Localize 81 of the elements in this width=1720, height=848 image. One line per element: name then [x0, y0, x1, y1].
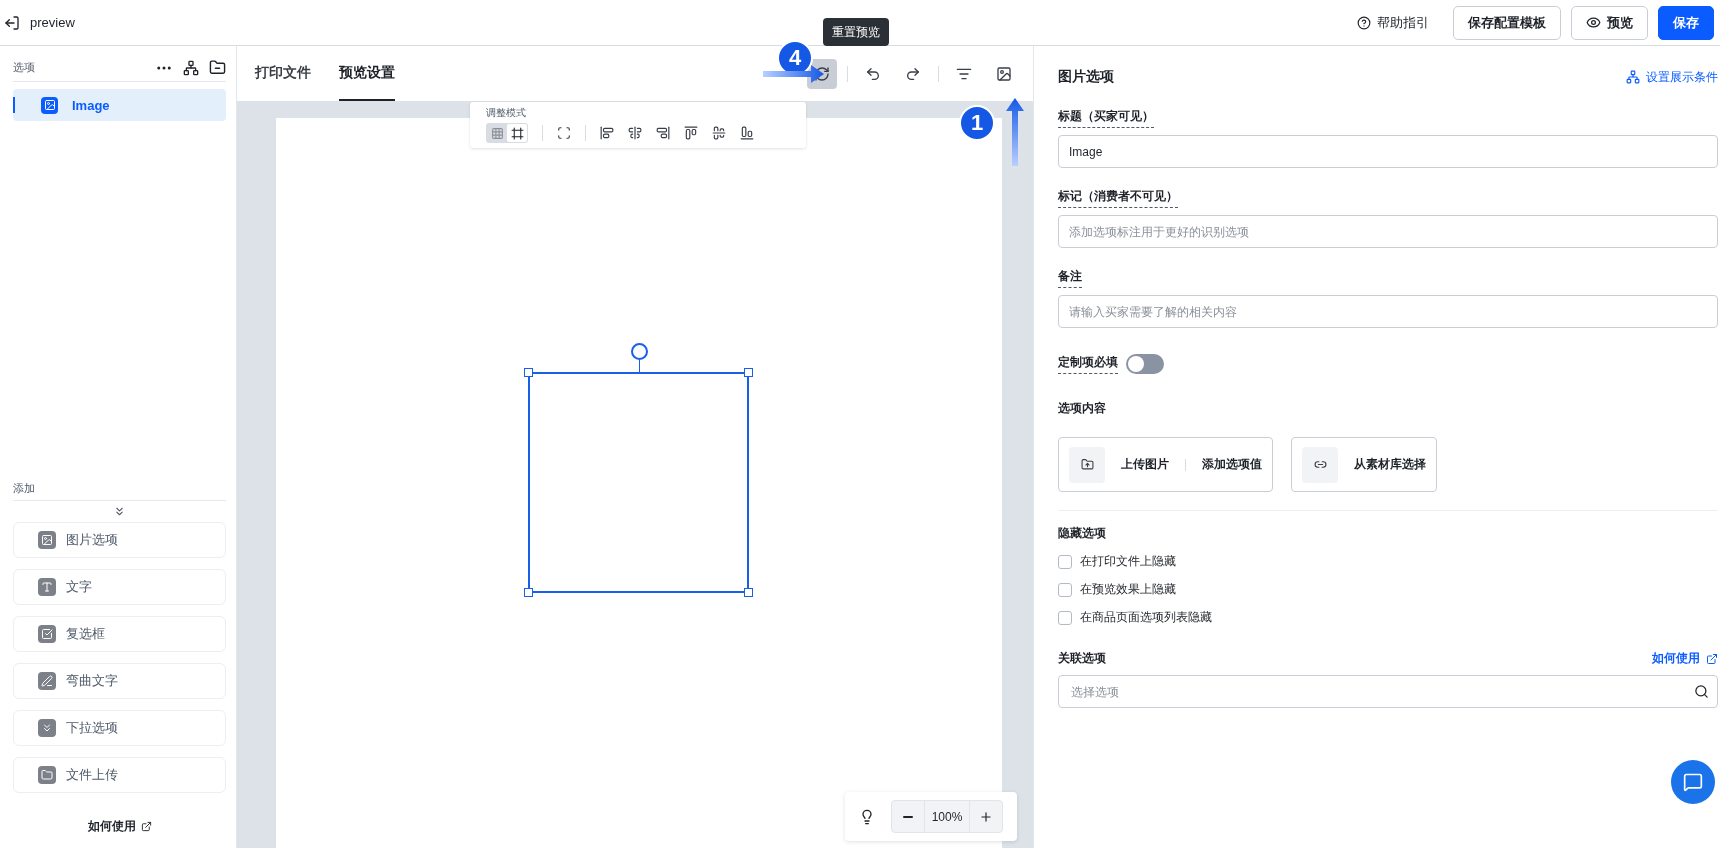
mode-button[interactable]: [507, 124, 527, 142]
search-icon: [1694, 684, 1709, 699]
help-link[interactable]: 如何使用: [1652, 650, 1718, 667]
input-field[interactable]: 请输入买家需要了解的相关内容: [1058, 295, 1718, 328]
hierarchy-icon[interactable]: [183, 59, 199, 76]
pointer-arrow: [1005, 98, 1025, 166]
save-button[interactable]: 保存: [1658, 5, 1714, 40]
help-icon: [1357, 15, 1371, 30]
field-label: 标题（买家可见）: [1058, 108, 1154, 128]
eye-icon: [1586, 15, 1601, 30]
image-icon: [996, 65, 1012, 82]
section-label: 选项: [13, 60, 36, 75]
minus-icon: [903, 815, 913, 818]
checkbox[interactable]: [1058, 554, 1072, 569]
upload-icon: [1069, 446, 1105, 483]
checkbox-icon: [38, 625, 56, 643]
field-label: 备注: [1058, 268, 1082, 288]
collapse-icon[interactable]: [113, 505, 126, 518]
field-label: 标记（消费者不可见）: [1058, 188, 1178, 208]
image-icon: [38, 531, 56, 549]
align-top-button[interactable]: [684, 126, 698, 140]
align-center-button[interactable]: [628, 126, 642, 140]
undo-icon: [865, 65, 881, 82]
chat-icon: [1683, 772, 1703, 792]
checkbox[interactable]: [1058, 582, 1072, 597]
frame-icon: [510, 126, 524, 140]
upload-card[interactable]: 上传图片 添加选项值: [1058, 437, 1273, 492]
section-label: 关联选项: [1058, 650, 1106, 667]
add-item[interactable]: 复选框: [13, 616, 226, 652]
help-link[interactable]: 帮助指引: [1357, 13, 1429, 32]
file-icon: [38, 766, 56, 784]
checkbox-label: 在商品页面选项列表隐藏: [1080, 609, 1212, 626]
chat-button[interactable]: [1671, 760, 1715, 804]
align-bottom-button[interactable]: [740, 126, 754, 140]
section-label: 添加: [13, 481, 36, 496]
checkbox[interactable]: [1058, 610, 1072, 625]
section-label: 选项内容: [1058, 400, 1107, 417]
select-field[interactable]: 选择选项: [1058, 675, 1718, 708]
page-title: preview: [30, 15, 76, 30]
curve-icon: [38, 672, 56, 690]
checkbox-label: 在打印文件上隐藏: [1080, 553, 1176, 570]
add-item[interactable]: 文件上传: [13, 757, 226, 793]
help-link[interactable]: 如何使用: [87, 804, 152, 848]
panel-title: 图片选项: [1058, 68, 1114, 86]
input-field[interactable]: 添加选项标注用于更好的识别选项: [1058, 215, 1718, 248]
template-button[interactable]: 保存配置模板: [1453, 5, 1561, 40]
display-condition-link[interactable]: 设置展示条件: [1626, 68, 1718, 86]
field-label: 定制项必填: [1058, 354, 1118, 374]
plus-icon: [979, 809, 993, 824]
align-middle-button[interactable]: [712, 126, 726, 140]
section-label: 隐藏选项: [1058, 525, 1107, 542]
image-icon: [41, 96, 58, 114]
external-link-icon: [140, 820, 152, 832]
pointer-arrow: [763, 64, 825, 84]
toolbar-label: 调整模式: [486, 106, 527, 120]
link-icon: [1302, 446, 1338, 483]
text-icon: [38, 578, 56, 596]
add-item[interactable]: 图片选项: [13, 522, 226, 558]
lightbulb-icon[interactable]: [859, 808, 875, 825]
tooltip: 重置预览: [823, 18, 889, 46]
hierarchy-icon: [1626, 70, 1640, 84]
fit-button[interactable]: [557, 126, 571, 140]
add-item[interactable]: 文字: [13, 569, 226, 605]
align-left-button[interactable]: [600, 126, 614, 140]
add-item[interactable]: 弯曲文字: [13, 663, 226, 699]
input-field[interactable]: Image: [1058, 135, 1718, 168]
checkbox-label: 在预览效果上隐藏: [1080, 581, 1176, 598]
preview-button[interactable]: 预览: [1571, 5, 1648, 40]
redo-icon: [905, 65, 921, 82]
add-item[interactable]: 下拉选项: [13, 710, 226, 746]
option-item[interactable]: Image: [13, 89, 226, 121]
folder-icon[interactable]: [209, 59, 226, 76]
required-switch[interactable]: [1126, 354, 1164, 374]
zoom-value: 100%: [924, 801, 970, 832]
library-card[interactable]: 从素材库选择: [1291, 437, 1437, 492]
grid-icon: [490, 126, 504, 140]
dropdown-icon: [38, 719, 56, 737]
external-link-icon: [1706, 652, 1718, 665]
align-right-button[interactable]: [656, 126, 670, 140]
tab[interactable]: 打印文件: [255, 46, 311, 101]
exit-icon[interactable]: [4, 14, 20, 31]
